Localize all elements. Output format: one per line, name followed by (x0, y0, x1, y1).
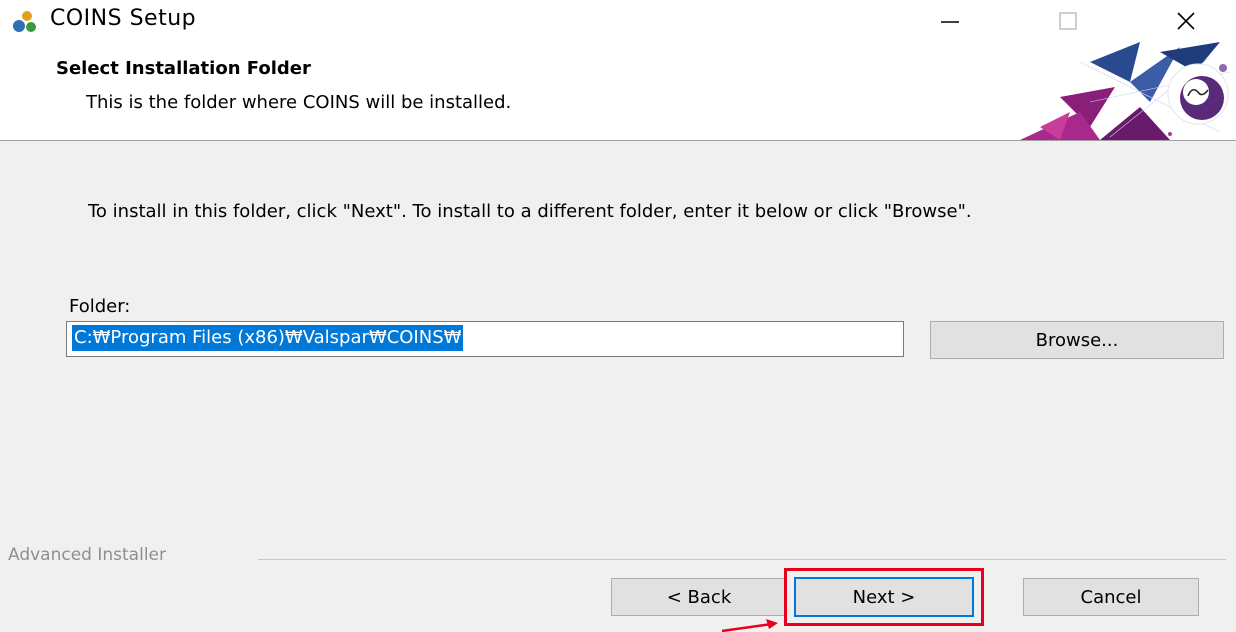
close-icon (1177, 12, 1195, 30)
browse-button[interactable]: Browse... (930, 321, 1224, 359)
title-bar: COINS Setup (0, 0, 1236, 42)
close-button[interactable] (1156, 0, 1216, 42)
folder-path-input[interactable]: C:₩Program Files (x86)₩Valspar₩COINS₩ (66, 321, 904, 357)
banner-logo-art (1020, 42, 1231, 140)
maximize-button[interactable] (1038, 0, 1098, 42)
footer-divider (258, 559, 1226, 560)
minimize-button[interactable] (920, 0, 980, 42)
folder-label: Folder: (69, 296, 131, 317)
instruction-text: To install in this folder, click "Next".… (88, 201, 972, 222)
advanced-installer-label: Advanced Installer (8, 545, 166, 565)
back-button[interactable]: < Back (611, 578, 787, 616)
app-icon (13, 11, 36, 32)
window-title: COINS Setup (50, 6, 197, 31)
next-button[interactable]: Next > (794, 577, 974, 617)
maximize-icon (1059, 12, 1077, 30)
header-subtitle: This is the folder where COINS will be i… (86, 92, 512, 113)
pointer-arrow-icon (721, 619, 778, 632)
header-title: Select Installation Folder (56, 58, 311, 79)
folder-path-value: C:₩Program Files (x86)₩Valspar₩COINS₩ (72, 325, 464, 351)
minimize-icon (941, 21, 959, 23)
cancel-button[interactable]: Cancel (1023, 578, 1199, 616)
installer-window: COINS Setup Select Installation Folder T… (0, 0, 1236, 632)
dialog-header: Select Installation Folder This is the f… (0, 42, 1236, 141)
